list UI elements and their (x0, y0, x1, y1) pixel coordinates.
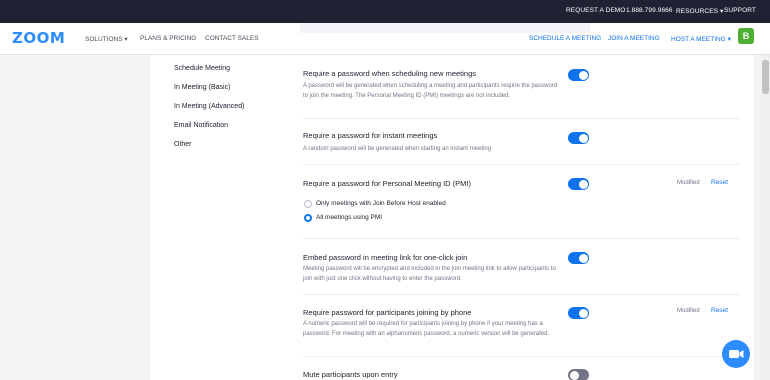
setting-description: A numeric password will be required for … (303, 321, 550, 337)
user-avatar[interactable]: B (738, 28, 754, 44)
request-demo-link[interactable]: REQUEST A DEMO (566, 7, 625, 14)
modified-label: Modified (677, 308, 700, 314)
password-scheduling-toggle[interactable] (568, 69, 589, 81)
host-meeting-menu[interactable]: HOST A MEETING ▾ (671, 35, 731, 43)
setting-description: A password will be generated when schedu… (303, 83, 558, 99)
top-utility-bar: REQUEST A DEMO 1.888.799.9666 RESOURCES … (0, 0, 770, 23)
setting-divider (303, 164, 740, 165)
video-camera-icon (729, 350, 744, 358)
radio-all-meetings-pmi[interactable] (304, 214, 312, 222)
contact-sales-link[interactable]: CONTACT SALES (205, 35, 259, 42)
chat-button[interactable] (722, 340, 750, 368)
support-link[interactable]: SUPPORT (724, 7, 756, 14)
sidebar-item-schedule-meeting[interactable]: Schedule Meeting (174, 65, 230, 72)
setting-title: Embed password in meeting link for one-c… (303, 253, 468, 262)
reset-link[interactable]: Reset (711, 307, 728, 314)
setting-divider (303, 118, 740, 119)
sidebar-item-email-notification[interactable]: Email Notification (174, 122, 228, 129)
page-scrollbar-track[interactable] (761, 55, 770, 380)
resources-menu[interactable]: RESOURCES ▾ (676, 7, 723, 15)
setting-divider (303, 294, 740, 295)
radio-label: All meetings using PMI (316, 214, 383, 221)
modified-label: Modified (677, 180, 700, 186)
plans-pricing-link[interactable]: PLANS & PRICING (140, 35, 196, 42)
phone-number[interactable]: 1.888.799.9666 (626, 7, 673, 14)
password-pmi-toggle[interactable] (568, 178, 589, 190)
embed-password-toggle[interactable] (568, 252, 589, 264)
sidebar-item-in-meeting-basic[interactable]: In Meeting (Basic) (174, 84, 230, 91)
page-scrollbar-thumb[interactable] (762, 60, 769, 94)
phone-password-toggle[interactable] (568, 307, 589, 319)
setting-divider (303, 238, 740, 239)
setting-title: Require password for participants joinin… (303, 308, 472, 317)
join-meeting-link[interactable]: JOIN A MEETING (608, 35, 660, 42)
setting-title: Require a password for instant meetings (303, 131, 438, 140)
schedule-meeting-link[interactable]: SCHEDULE A MEETING (529, 35, 601, 42)
radio-label: Only meetings with Join Before Host enab… (316, 200, 446, 207)
sidebar-item-in-meeting-advanced[interactable]: In Meeting (Advanced) (174, 103, 244, 110)
setting-divider (303, 356, 740, 357)
password-instant-toggle[interactable] (568, 132, 589, 144)
setting-title: Require a password when scheduling new m… (303, 69, 477, 78)
sidebar-item-other[interactable]: Other (174, 141, 192, 148)
mute-on-entry-toggle[interactable] (568, 369, 589, 380)
radio-join-before-host[interactable] (304, 200, 312, 208)
setting-title: Require a password for Personal Meeting … (303, 179, 471, 188)
setting-description: A random password will be generated when… (303, 146, 492, 152)
setting-title: Mute participants upon entry (303, 370, 398, 379)
faded-header-strip (300, 23, 590, 33)
solutions-menu[interactable]: SOLUTIONS ▾ (85, 35, 128, 43)
reset-link[interactable]: Reset (711, 179, 728, 186)
zoom-logo[interactable]: zoom (12, 29, 65, 47)
setting-description: Meeting password will be encrypted and i… (303, 266, 556, 282)
